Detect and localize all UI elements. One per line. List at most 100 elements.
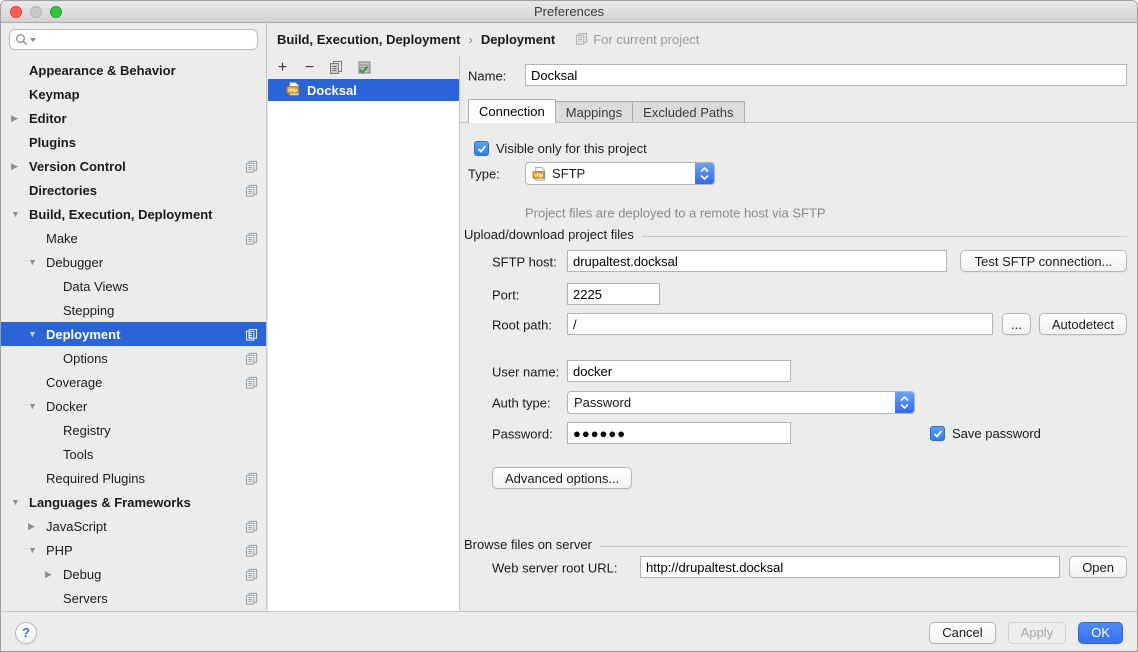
type-value: SFTP xyxy=(552,166,585,181)
cancel-button[interactable]: Cancel xyxy=(929,622,995,644)
user-name-field[interactable] xyxy=(567,360,791,382)
sidebar-item-languages-frameworks[interactable]: ▼Languages & Frameworks xyxy=(1,490,266,514)
server-list-panel: + − sftpDocksal xyxy=(268,56,459,611)
type-select[interactable]: sftp SFTP xyxy=(525,162,715,185)
sidebar-item-make[interactable]: Make xyxy=(1,226,266,250)
project-level-icon xyxy=(245,376,258,389)
tab-connection[interactable]: Connection xyxy=(468,99,556,123)
autodetect-button[interactable]: Autodetect xyxy=(1039,313,1127,335)
duplicate-icon xyxy=(329,60,344,75)
help-button[interactable]: ? xyxy=(15,622,37,644)
zoom-window-icon[interactable] xyxy=(50,6,62,18)
visible-only-checkbox[interactable]: Visible only for this project xyxy=(474,137,647,160)
project-level-icon xyxy=(245,160,258,173)
open-url-button[interactable]: Open xyxy=(1069,556,1127,578)
auth-type-value: Password xyxy=(574,395,631,410)
select-stepper-icon[interactable] xyxy=(695,163,714,184)
sidebar-item-directories[interactable]: Directories xyxy=(1,178,266,202)
sidebar-item-data-views[interactable]: Data Views xyxy=(1,274,266,298)
sidebar-item-tools[interactable]: Tools xyxy=(1,442,266,466)
sidebar-item-options[interactable]: Options xyxy=(1,346,266,370)
sidebar-item-version-control[interactable]: ▶Version Control xyxy=(1,154,266,178)
sidebar-item-label: Keymap xyxy=(29,87,80,102)
sidebar-item-label: Docker xyxy=(46,399,87,414)
expand-arrow-icon[interactable]: ▶ xyxy=(11,113,29,124)
sftp-file-icon: sftp xyxy=(286,81,301,99)
sidebar-item-label: Version Control xyxy=(29,159,126,174)
sidebar-item-debugger[interactable]: ▼Debugger xyxy=(1,250,266,274)
close-window-icon[interactable] xyxy=(10,6,22,18)
server-list: sftpDocksal xyxy=(268,79,459,101)
project-level-icon xyxy=(245,544,258,557)
remove-server-button[interactable]: − xyxy=(301,59,318,76)
web-root-field[interactable] xyxy=(640,556,1060,578)
sidebar-item-label: Languages & Frameworks xyxy=(29,495,191,510)
project-level-icon xyxy=(245,472,258,485)
breadcrumb-section[interactable]: Build, Execution, Deployment xyxy=(277,32,460,47)
collapse-arrow-icon[interactable]: ▼ xyxy=(28,401,46,411)
collapse-arrow-icon[interactable]: ▼ xyxy=(11,497,29,507)
scope-label: For current project xyxy=(593,32,699,47)
password-label: Password: xyxy=(492,426,553,441)
sidebar-item-editor[interactable]: ▶Editor xyxy=(1,106,266,130)
sidebar-item-build-execution-deployment[interactable]: ▼Build, Execution, Deployment xyxy=(1,202,266,226)
sidebar-item-servers[interactable]: Servers xyxy=(1,586,266,610)
breadcrumb: Build, Execution, Deployment › Deploymen… xyxy=(268,23,1138,56)
sidebar-item-stepping[interactable]: Stepping xyxy=(1,298,266,322)
project-level-icon xyxy=(245,232,258,245)
dialog-footer: ? Cancel Apply OK xyxy=(1,611,1137,652)
sidebar-item-appearance-behavior[interactable]: Appearance & Behavior xyxy=(1,58,266,82)
collapse-arrow-icon[interactable]: ▼ xyxy=(28,545,46,555)
apply-button[interactable]: Apply xyxy=(1008,622,1067,644)
save-password-checkbox[interactable]: Save password xyxy=(930,422,1041,445)
password-field[interactable] xyxy=(567,422,791,444)
sftp-host-field[interactable] xyxy=(567,250,947,272)
title-bar[interactable]: Preferences xyxy=(1,1,1137,23)
checkbox-checked-icon[interactable] xyxy=(474,141,489,156)
select-stepper-icon[interactable] xyxy=(895,392,914,413)
server-item-docksal[interactable]: sftpDocksal xyxy=(268,79,459,101)
add-server-button[interactable]: + xyxy=(274,59,291,76)
sidebar-item-coverage[interactable]: Coverage xyxy=(1,370,266,394)
expand-arrow-icon[interactable]: ▶ xyxy=(45,569,63,580)
browse-root-path-button[interactable]: ... xyxy=(1002,313,1031,335)
sidebar-item-keymap[interactable]: Keymap xyxy=(1,82,266,106)
visible-only-label: Visible only for this project xyxy=(496,141,647,156)
collapse-arrow-icon[interactable]: ▼ xyxy=(11,209,29,219)
sidebar-item-label: Tools xyxy=(63,447,93,462)
root-path-field[interactable] xyxy=(567,313,993,335)
sidebar-item-label: Appearance & Behavior xyxy=(29,63,176,78)
scope-indicator: For current project xyxy=(575,32,699,48)
tab-excluded-paths[interactable]: Excluded Paths xyxy=(632,101,744,123)
sidebar-item-registry[interactable]: Registry xyxy=(1,418,266,442)
sidebar-item-docker[interactable]: ▼Docker xyxy=(1,394,266,418)
auth-type-label: Auth type: xyxy=(492,395,551,410)
copy-server-button[interactable] xyxy=(328,59,345,76)
section-upload-title: Upload/download project files xyxy=(464,227,634,242)
sidebar-item-deployment[interactable]: ▼Deployment xyxy=(1,322,266,346)
collapse-arrow-icon[interactable]: ▼ xyxy=(28,329,46,339)
expand-arrow-icon[interactable]: ▶ xyxy=(28,521,46,532)
sidebar-item-plugins[interactable]: Plugins xyxy=(1,130,266,154)
preferences-window: Preferences Appearance & BehaviorKeymap▶… xyxy=(0,0,1138,652)
name-field[interactable] xyxy=(525,64,1127,86)
search-input[interactable] xyxy=(36,32,252,47)
auth-type-select[interactable]: Password xyxy=(567,391,915,414)
sidebar-item-javascript[interactable]: ▶JavaScript xyxy=(1,514,266,538)
checkbox-checked-icon[interactable] xyxy=(930,426,945,441)
tab-mappings[interactable]: Mappings xyxy=(555,101,633,123)
advanced-options-button[interactable]: Advanced options... xyxy=(492,467,632,489)
window-title: Preferences xyxy=(534,4,604,19)
settings-search[interactable] xyxy=(9,29,258,50)
port-field[interactable] xyxy=(567,283,660,305)
expand-arrow-icon[interactable]: ▶ xyxy=(11,161,29,172)
use-as-default-button[interactable] xyxy=(355,59,372,76)
project-level-icon xyxy=(245,592,258,605)
sidebar-item-debug[interactable]: ▶Debug xyxy=(1,562,266,586)
sidebar-item-php[interactable]: ▼PHP xyxy=(1,538,266,562)
ok-button[interactable]: OK xyxy=(1078,622,1123,644)
sidebar-item-required-plugins[interactable]: Required Plugins xyxy=(1,466,266,490)
test-sftp-connection-button[interactable]: Test SFTP connection... xyxy=(960,250,1127,272)
root-path-label: Root path: xyxy=(492,317,552,332)
collapse-arrow-icon[interactable]: ▼ xyxy=(28,257,46,267)
